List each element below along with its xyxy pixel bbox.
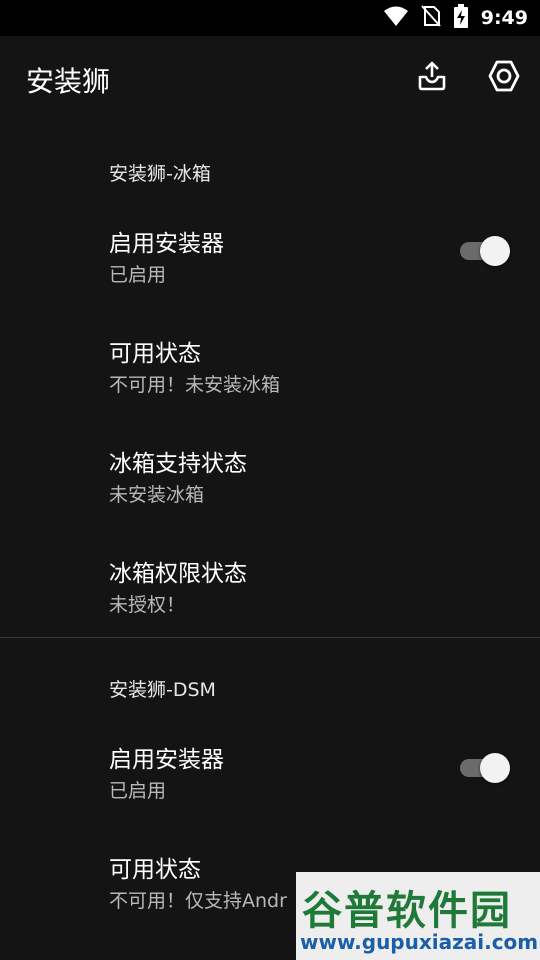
watermark-name: 谷普软件园 [302, 888, 512, 934]
pref-summary: 不可用！未安装冰箱 [109, 374, 281, 396]
section-header-icebox: 安装狮-冰箱 [109, 163, 211, 185]
pref-availability-icebox[interactable]: 可用状态 不可用！未安装冰箱 [0, 310, 540, 420]
settings-icon [487, 59, 521, 97]
pref-title: 可用状态 [109, 857, 201, 883]
enable-installer-switch-icebox[interactable] [458, 233, 512, 269]
screen: 9:49 安装狮 安装狮-冰箱 启用安装器 已启用 可用状态 不可用！未安装冰箱… [0, 0, 540, 960]
share-button[interactable] [412, 58, 452, 98]
pref-summary: 不可用！仅支持Andr [109, 890, 287, 912]
pref-title: 可用状态 [109, 341, 201, 367]
wifi-icon [383, 5, 409, 31]
enable-installer-switch-dsm[interactable] [458, 750, 512, 786]
app-bar: 安装狮 [0, 36, 540, 122]
pref-icebox-support[interactable]: 冰箱支持状态 未安装冰箱 [0, 420, 540, 530]
status-time: 9:49 [480, 7, 528, 29]
pref-summary: 未授权！ [109, 594, 186, 616]
pref-title: 冰箱权限状态 [109, 561, 247, 587]
pref-title: 启用安装器 [109, 747, 224, 773]
switch-thumb [480, 753, 510, 783]
share-upload-icon [416, 60, 448, 96]
status-bar: 9:49 [0, 0, 540, 36]
pref-summary: 已启用 [109, 264, 167, 286]
no-sim-icon [420, 5, 441, 31]
watermark: 谷普软件园 www.gupuxiazai.com [296, 872, 540, 960]
section-divider [0, 637, 540, 638]
pref-title: 启用安装器 [109, 231, 224, 257]
pref-icebox-permission[interactable]: 冰箱权限状态 未授权！ [0, 530, 540, 640]
status-icons: 9:49 [383, 0, 528, 36]
settings-button[interactable] [484, 58, 524, 98]
pref-title: 冰箱支持状态 [109, 451, 247, 477]
pref-summary: 未安装冰箱 [109, 484, 205, 506]
watermark-url: www.gupuxiazai.com [300, 930, 539, 954]
battery-charging-icon [453, 4, 469, 32]
switch-thumb [480, 236, 510, 266]
pref-summary: 已启用 [109, 780, 167, 802]
section-header-dsm: 安装狮-DSM [109, 679, 216, 701]
pref-enable-installer-dsm[interactable]: 启用安装器 已启用 [0, 716, 540, 826]
app-title: 安装狮 [26, 65, 111, 98]
pref-enable-installer-icebox[interactable]: 启用安装器 已启用 [0, 200, 540, 310]
